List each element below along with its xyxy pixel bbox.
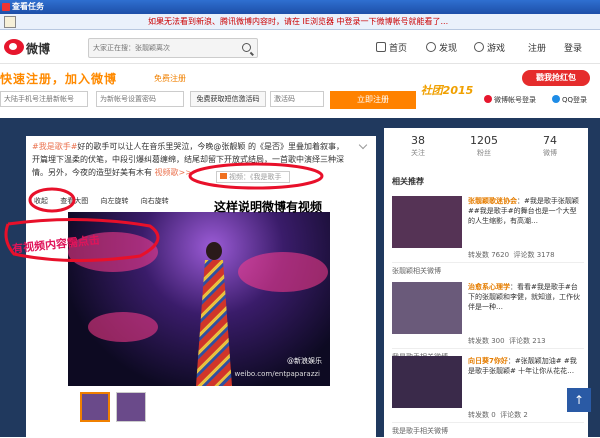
related-stats: 转发数 300 评论数 213: [468, 336, 546, 346]
related-author[interactable]: 治愈系心理学: [468, 283, 510, 291]
nav-home[interactable]: 首页: [376, 41, 407, 54]
search-box: [88, 38, 258, 58]
stat-fans[interactable]: 1205 粉丝: [454, 134, 514, 158]
rotate-right-button[interactable]: 向右旋转: [141, 197, 169, 205]
stat-following-value: 38: [411, 134, 425, 147]
chevron-down-icon[interactable]: [358, 140, 368, 150]
reposts-count: 转发数 300: [468, 337, 505, 345]
related-author[interactable]: 向日葵7你好: [468, 357, 508, 365]
related-caption[interactable]: 张靓颖相关微博: [392, 262, 584, 276]
game-icon: [474, 42, 484, 52]
related-image[interactable]: [392, 196, 462, 248]
nav-discover-label: 发现: [439, 44, 458, 54]
discover-icon: [426, 42, 436, 52]
related-stats: 转发数 7620 评论数 3178: [468, 250, 555, 260]
rotate-left-button[interactable]: 向左旋转: [100, 197, 128, 205]
weibo-eye-icon: [4, 39, 24, 55]
nav-register[interactable]: 注册: [528, 41, 546, 54]
notice-text: 如果无法看到新浪、腾讯微博内容时，请在 IE浏览器 中登录一下微博帐号就能看了.…: [148, 17, 449, 26]
promo-logo[interactable]: 社团2015: [418, 68, 476, 114]
thumbnail-2[interactable]: [116, 392, 146, 422]
stat-fans-label: 粉丝: [477, 149, 491, 157]
search-input[interactable]: [89, 39, 239, 57]
thumbnail-1[interactable]: [80, 392, 110, 422]
video-icon: [220, 173, 227, 179]
comments-count: 评论数 3178: [513, 251, 555, 259]
related-item[interactable]: 向日葵7你好：#张靓颖加油# #我是歌手张靓颖# 十年让你从花花… 转发数 0 …: [388, 352, 584, 438]
red-packet-button[interactable]: 戳我抢红包: [522, 70, 590, 86]
stage-light: [88, 312, 158, 342]
stat-following-label: 关注: [411, 149, 425, 157]
annotation-note-video: 这样说明微博有视频: [214, 200, 323, 214]
weibo-logo[interactable]: 微博: [4, 37, 54, 57]
related-title: 相关推荐: [392, 177, 424, 186]
comments-count: 评论数 213: [509, 337, 546, 345]
post-text: #我是歌手#好的歌手可以让人在音乐里哭泣，今晚@张靓颖 的《是否》里叠加着叙事，…: [32, 140, 350, 179]
qq-login-link[interactable]: QQ登录: [552, 95, 587, 105]
related-text: 张靓颖歌迷协会：#我是歌手张靓颖##我是歌手#的舞台也是一个大型的人生缩影，有高…: [468, 196, 580, 226]
sms-code-button[interactable]: 免费获取短信激活码: [190, 91, 266, 107]
window-titlebar: 查看任务: [0, 0, 600, 14]
weibo-login-link[interactable]: 微博帐号登录: [484, 95, 536, 105]
singer-figure: [192, 242, 236, 386]
stat-weibo-value: 74: [543, 134, 557, 147]
singer-dress: [196, 260, 232, 386]
stat-fans-value: 1205: [470, 134, 498, 147]
home-icon: [376, 42, 386, 52]
notice-bar: 如果无法看到新浪、腾讯微博内容时，请在 IE浏览器 中登录一下微博帐号就能看了.…: [0, 14, 600, 30]
image-toolbar: 收起 查看大图 向左旋转 向右旋转: [34, 196, 179, 208]
post-hashtag[interactable]: #我是歌手#: [32, 142, 77, 151]
image-watermark-url: weibo.com/entpaparazzi: [234, 370, 320, 378]
stat-weibo[interactable]: 74 微博: [520, 134, 580, 158]
nav-login[interactable]: 登录: [564, 41, 582, 54]
related-stats: 转发数 0 评论数 2: [468, 410, 528, 420]
singer-head: [206, 242, 222, 260]
related-text: 向日葵7你好：#张靓颖加油# #我是歌手张靓颖# 十年让你从花花…: [468, 356, 580, 376]
window-title: 查看任务: [12, 2, 44, 11]
related-image[interactable]: [392, 356, 462, 408]
comments-count: 评论数 2: [500, 411, 528, 419]
nav-discover[interactable]: 发现: [426, 41, 457, 54]
nav-game[interactable]: 游戏: [474, 41, 505, 54]
related-text: 治愈系心理学：看看#我是歌手#台下的张靓颖和李健，就知道，工作伙伴是一种…: [468, 282, 580, 312]
activation-code-input[interactable]: [270, 91, 324, 107]
app-icon: [2, 3, 10, 11]
related-caption[interactable]: 我是歌手相关微博: [392, 422, 584, 436]
post-image[interactable]: @新浪娱乐 weibo.com/entpaparazzi: [68, 212, 330, 386]
reposts-count: 转发数 7620: [468, 251, 510, 259]
top-navbar: 微博 首页 发现 游戏 注册 登录: [0, 30, 600, 64]
free-register-link[interactable]: 免费注册: [154, 73, 186, 84]
register-slogan: 快速注册，加入微博: [0, 72, 118, 86]
password-input[interactable]: [96, 91, 184, 107]
search-icon[interactable]: [242, 43, 251, 52]
reposts-count: 转发数 0: [468, 411, 496, 419]
image-watermark: @新浪娱乐: [287, 357, 322, 365]
video-tag[interactable]: 视频：《我是歌手: [216, 171, 290, 183]
related-author[interactable]: 张靓颖歌迷协会: [468, 197, 517, 205]
nav-home-label: 首页: [389, 44, 408, 54]
register-bar: 快速注册，加入微博 免费注册 免费获取短信激活码 立即注册 社团2015 戳我抢…: [0, 64, 600, 118]
scroll-top-button[interactable]: ↑: [567, 388, 591, 412]
phone-input[interactable]: [0, 91, 88, 107]
stat-weibo-label: 微博: [543, 149, 557, 157]
logo-text: 微博: [26, 42, 51, 56]
stage-light: [238, 252, 328, 292]
related-image[interactable]: [392, 282, 462, 334]
collapse-button[interactable]: 收起: [34, 197, 48, 205]
video-link[interactable]: 视频歌>>: [155, 168, 192, 177]
home-icon[interactable]: [4, 16, 16, 28]
stat-following[interactable]: 38 关注: [388, 134, 448, 158]
related-item[interactable]: 张靓颖歌迷协会：#我是歌手张靓颖##我是歌手#的舞台也是一个大型的人生缩影，有高…: [388, 192, 584, 278]
nav-game-label: 游戏: [487, 44, 506, 54]
register-button[interactable]: 立即注册: [330, 91, 416, 109]
video-tag-label: 视频：《我是歌手: [229, 173, 282, 181]
view-large-button[interactable]: 查看大图: [60, 197, 88, 205]
sidebar: 38 关注 1205 粉丝 74 微博 相关推荐 张靓颖歌迷协会：#我是歌手张靓…: [384, 128, 588, 437]
